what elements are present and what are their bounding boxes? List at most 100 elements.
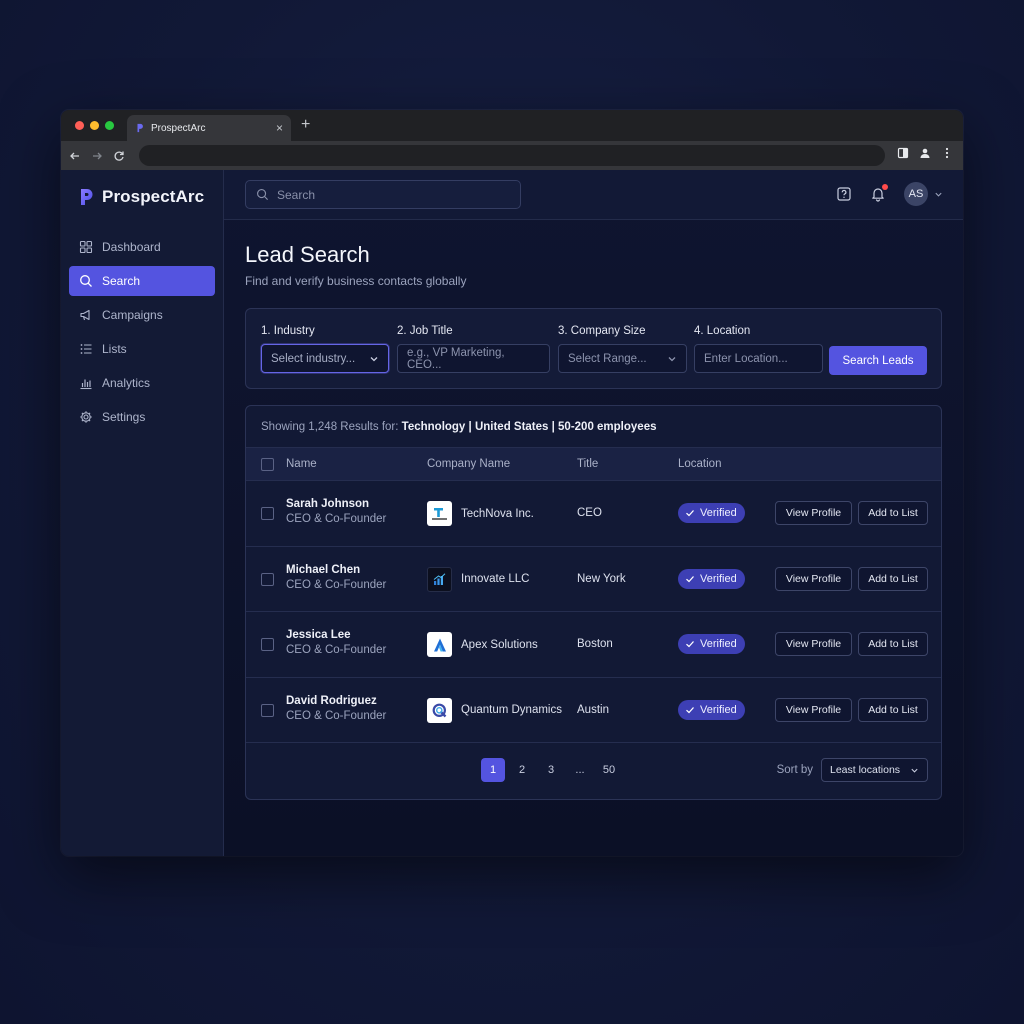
- sidebar-item-campaigns[interactable]: Campaigns: [69, 300, 215, 330]
- row-checkbox[interactable]: [261, 507, 274, 520]
- person-cell: David Rodriguez CEO & Co-Founder: [286, 695, 386, 722]
- close-window-button[interactable]: [75, 121, 84, 130]
- select-all-checkbox[interactable]: [261, 457, 274, 471]
- person-name[interactable]: Jessica Lee: [286, 629, 386, 641]
- user-menu[interactable]: AS: [904, 182, 943, 206]
- page-button-3[interactable]: 3: [539, 758, 563, 782]
- sort-select-value: Least locations: [830, 764, 901, 776]
- row-checkbox[interactable]: [261, 638, 274, 651]
- chevron-down-icon: [911, 768, 918, 773]
- person-name[interactable]: Michael Chen: [286, 564, 386, 576]
- tab-close-icon[interactable]: ×: [276, 121, 283, 135]
- row-checkbox[interactable]: [261, 703, 274, 717]
- column-header-location[interactable]: Location: [678, 458, 721, 470]
- page-subtitle: Find and verify business contacts global…: [245, 274, 467, 288]
- sidebar-nav: Dashboard Search Campaigns Lists Analyti…: [69, 232, 215, 432]
- notification-dot: [882, 184, 888, 190]
- results-summary-terms: Technology | United States | 50-200 empl…: [401, 420, 657, 433]
- more-menu-icon[interactable]: [941, 147, 953, 159]
- brand[interactable]: ProspectArc: [69, 182, 215, 210]
- person-role: CEO & Co-Founder: [286, 709, 387, 722]
- person-name[interactable]: Sarah Johnson: [286, 498, 386, 510]
- list-icon: [80, 344, 92, 354]
- location-filter: 4. Location Enter Location...: [694, 325, 823, 373]
- maximize-window-button[interactable]: [105, 121, 114, 130]
- sidebar-item-search[interactable]: Search: [69, 266, 215, 296]
- profile-icon[interactable]: [919, 147, 931, 159]
- table-row: David Rodriguez CEO & Co-Founder Quantum…: [246, 678, 941, 743]
- company-cell: Innovate LLC: [427, 566, 529, 592]
- add-to-list-button[interactable]: Add to List: [858, 566, 928, 591]
- verified-label: Verified: [700, 507, 737, 519]
- help-icon[interactable]: [836, 186, 852, 202]
- forward-arrow-icon[interactable]: [91, 150, 103, 162]
- job-title-filter: 2. Job Title e.g., VP Marketing, CEO...: [397, 325, 550, 373]
- row-checkbox[interactable]: [261, 572, 274, 586]
- apex-logo-icon: [427, 632, 452, 657]
- person-name[interactable]: David Rodriguez: [286, 695, 386, 707]
- add-to-list-button[interactable]: Add to List: [858, 697, 928, 722]
- location-input[interactable]: Enter Location...: [694, 344, 823, 373]
- notifications-button[interactable]: [870, 184, 888, 202]
- industry-select-value: Select industry...: [271, 352, 356, 365]
- company-size-label: 3. Company Size: [558, 325, 646, 337]
- table-row: Jessica Lee CEO & Co-Founder Apex Soluti…: [246, 612, 941, 678]
- verified-badge: Verified: [678, 503, 745, 523]
- checkmark-icon: [686, 510, 694, 517]
- title-cell: CEO: [577, 507, 602, 519]
- browser-tab[interactable]: ProspectArc ×: [127, 115, 291, 141]
- sort-select[interactable]: Least locations: [821, 758, 928, 782]
- view-profile-button[interactable]: View Profile: [775, 566, 852, 591]
- reload-icon[interactable]: [113, 150, 125, 162]
- search-icon: [80, 275, 92, 287]
- table-header: Name Company Name Title Location: [246, 447, 941, 481]
- page-button-50[interactable]: 50: [597, 758, 621, 782]
- checkmark-icon: [686, 575, 694, 582]
- url-field[interactable]: [139, 145, 885, 166]
- pagination-bar: 1 2 3 ... 50 Sort by Least locations: [246, 742, 941, 798]
- sidebar-item-analytics[interactable]: Analytics: [69, 368, 215, 398]
- sidebar-item-lists[interactable]: Lists: [69, 334, 215, 364]
- avatar: AS: [904, 182, 928, 206]
- company-size-select-value: Select Range...: [568, 352, 647, 365]
- side-panel-icon[interactable]: [897, 147, 909, 159]
- sidebar-item-label: Search: [102, 274, 141, 288]
- view-profile-button[interactable]: View Profile: [775, 501, 852, 525]
- prospectarc-logo-icon: [81, 189, 93, 205]
- location-label: 4. Location: [694, 325, 751, 337]
- verified-badge: Verified: [678, 699, 745, 720]
- company-cell: Quantum Dynamics: [427, 697, 562, 723]
- view-profile-button[interactable]: View Profile: [775, 697, 852, 722]
- search-icon: [257, 189, 269, 201]
- job-title-placeholder: e.g., VP Marketing, CEO...: [407, 346, 505, 371]
- column-header-name[interactable]: Name: [286, 458, 317, 470]
- browser-nav-buttons: [69, 150, 139, 162]
- company-size-select[interactable]: Select Range...: [558, 344, 687, 373]
- sidebar-item-settings[interactable]: Settings: [69, 402, 215, 432]
- page-button-2[interactable]: 2: [510, 758, 534, 782]
- add-to-list-button[interactable]: Add to List: [858, 501, 928, 525]
- company-name: Apex Solutions: [461, 638, 538, 651]
- company-name: Quantum Dynamics: [461, 704, 562, 716]
- add-to-list-button[interactable]: Add to List: [858, 632, 928, 656]
- page-button-1[interactable]: 1: [481, 758, 505, 782]
- sidebar-item-label: Lists: [102, 342, 127, 356]
- new-tab-button[interactable]: +: [301, 116, 310, 134]
- industry-select[interactable]: Select industry...: [261, 344, 389, 373]
- sort-label: Sort by: [776, 764, 813, 776]
- view-profile-button[interactable]: View Profile: [775, 632, 852, 656]
- global-search[interactable]: [245, 180, 521, 209]
- person-cell: Michael Chen CEO & Co-Founder: [286, 564, 386, 591]
- search-leads-button[interactable]: Search Leads: [829, 346, 927, 375]
- back-arrow-icon[interactable]: [69, 150, 81, 162]
- column-header-company[interactable]: Company Name: [427, 458, 510, 470]
- chevron-down-icon: [935, 192, 942, 197]
- gear-icon: [80, 411, 92, 423]
- checkmark-icon: [686, 706, 694, 713]
- table-row: Michael Chen CEO & Co-Founder Innovate L…: [246, 547, 941, 612]
- global-search-input[interactable]: [277, 187, 497, 202]
- minimize-window-button[interactable]: [90, 121, 99, 130]
- column-header-title[interactable]: Title: [577, 458, 598, 470]
- job-title-input[interactable]: e.g., VP Marketing, CEO...: [397, 344, 550, 373]
- sidebar-item-dashboard[interactable]: Dashboard: [69, 232, 215, 262]
